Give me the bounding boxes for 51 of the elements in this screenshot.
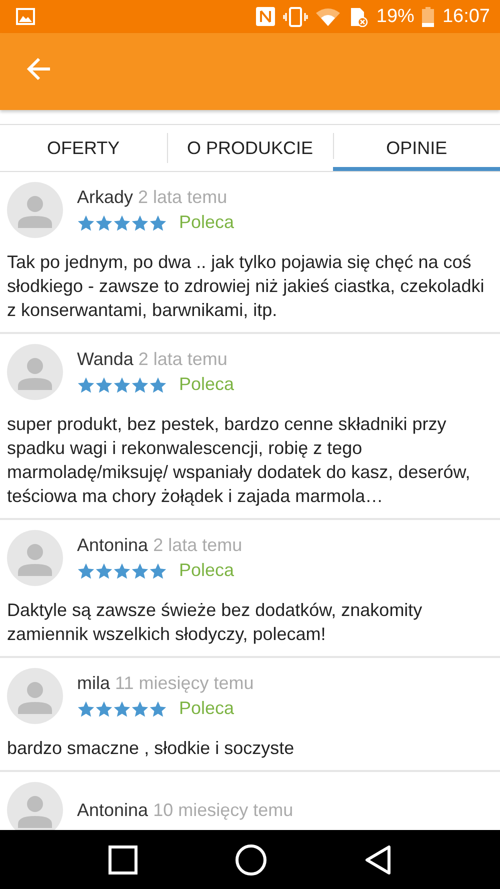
avatar <box>7 182 63 238</box>
wifi-icon <box>316 8 340 26</box>
star-icon <box>113 562 131 580</box>
star-icon <box>95 214 113 232</box>
star-icon <box>113 214 131 232</box>
review-text: super produkt, bez pestek, bardzo cenne składniki przy spadku wagi i rekonwalescencji, robię z tego marmoladę/miksuję/ wspaniały dodatek do kasz, deserów, teściowa ma chory żołądek i zajada marmola… <box>7 413 472 508</box>
tab[interactable]: OPINIE <box>333 125 500 171</box>
nfc-icon <box>256 7 276 26</box>
tab[interactable]: O PRODUKCIE <box>166 125 334 171</box>
review-header: Arkady 2 lata temu <box>77 187 228 208</box>
star-icon <box>77 376 95 394</box>
clock: 16:07 <box>442 6 490 28</box>
avatar <box>7 668 63 724</box>
review-header: Antonina 10 miesięcy temu <box>77 800 294 820</box>
vibrate-icon <box>283 6 308 26</box>
home-button[interactable] <box>234 844 267 876</box>
star-icon <box>149 376 167 394</box>
review-header: mila 11 miesięcy temu <box>77 673 254 694</box>
tab[interactable]: OFERTY <box>0 125 167 171</box>
star-icon <box>113 376 131 394</box>
star-icon <box>131 700 149 718</box>
star-icon <box>131 376 149 394</box>
review-text: bardzo smaczne , słodkie i soczyste <box>7 737 296 760</box>
star-icon <box>131 562 149 580</box>
star-icon <box>149 562 167 580</box>
recommendation-label: Poleca <box>179 698 234 719</box>
recommendation-label: Poleca <box>179 374 234 395</box>
star-icon <box>77 562 95 580</box>
battery-percent: 19% <box>376 6 414 28</box>
recent-apps-button[interactable] <box>108 844 138 874</box>
star-icon <box>77 214 95 232</box>
star-icon <box>77 700 95 718</box>
sd-card-icon <box>348 6 368 26</box>
image-icon <box>16 8 35 25</box>
star-icon <box>95 562 113 580</box>
star-icon <box>95 700 113 718</box>
battery-icon <box>422 6 434 26</box>
avatar <box>7 344 63 400</box>
star-icon <box>95 376 113 394</box>
star-icon <box>113 700 131 718</box>
star-icon <box>149 700 167 718</box>
star-icon <box>149 214 167 232</box>
review-text: Tak po jednym, po dwa .. jak tylko pojawia się chęć na coś słodkiego - zawsze to zdrowiej niż jakieś ciastka, czekoladki z konserwantami, barwnikami, itp. <box>7 251 486 322</box>
review-header: Wanda 2 lata temu <box>77 349 228 370</box>
review-header: Antonina 2 lata temu <box>77 535 242 556</box>
avatar <box>7 530 63 586</box>
recommendation-label: Poleca <box>179 212 234 233</box>
star-icon <box>131 214 149 232</box>
back-nav-button[interactable] <box>364 844 392 874</box>
review-text: Daktyle są zawsze świeże bez dodatków, znakomity zamiennik wszelkich słodyczy, polecam! <box>7 599 424 646</box>
recommendation-label: Poleca <box>179 560 234 581</box>
